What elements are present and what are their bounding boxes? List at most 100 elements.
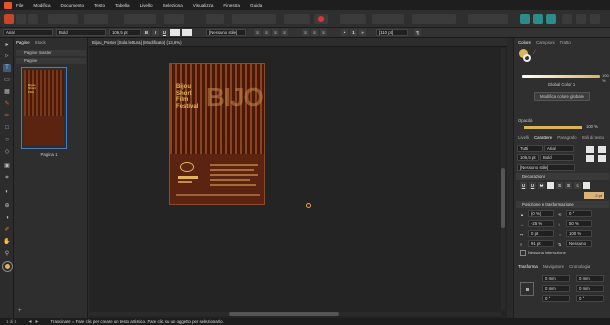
align-right-icon[interactable]: ≡ <box>272 29 279 36</box>
menu-guida[interactable]: Guida <box>250 3 262 8</box>
edit-global-color-button[interactable]: Modifica colore globale <box>534 92 590 101</box>
baseline-field[interactable]: (0 %) <box>528 210 554 217</box>
bullet-list-icon[interactable]: • <box>341 29 348 36</box>
rotation-field[interactable]: 0 ° <box>566 210 592 217</box>
character-style-field[interactable]: Bold <box>540 154 574 161</box>
menu-tabella[interactable]: Tabella <box>115 3 130 8</box>
italic-button[interactable]: I <box>152 29 159 36</box>
pencil-tool-icon[interactable]: ✏ <box>3 112 11 120</box>
align-group[interactable] <box>232 14 276 24</box>
node-tool-icon[interactable]: ▹ <box>3 52 11 60</box>
view-options-group[interactable] <box>48 14 78 24</box>
snapping-magnet-icon[interactable] <box>314 14 328 24</box>
char-shadow-swatch[interactable] <box>598 155 606 162</box>
tab-pagine[interactable]: Pagine <box>16 40 30 46</box>
transform-w-field[interactable]: 0 mm <box>576 275 604 282</box>
snapping-group[interactable] <box>164 14 184 24</box>
character-font-field[interactable]: Arial <box>544 145 574 152</box>
char-color-swatch[interactable] <box>586 146 594 153</box>
ellipse-tool-icon[interactable]: ○ <box>3 136 11 144</box>
menu-file[interactable]: File <box>16 3 23 8</box>
menu-documento[interactable]: Documento <box>61 3 85 8</box>
underline-button[interactable]: U <box>161 29 168 36</box>
position-mode-field[interactable]: Nessuno <box>566 240 592 247</box>
opacity-slider[interactable] <box>524 126 582 129</box>
next-page-icon[interactable]: ▸ <box>36 318 39 325</box>
transform-y-field[interactable]: 0 mm <box>542 285 570 292</box>
arrange-group[interactable] <box>284 14 310 24</box>
tab-tratto[interactable]: Tratto <box>559 40 570 45</box>
pages-section[interactable]: Pagine <box>16 58 86 64</box>
char-stroke-swatch[interactable] <box>586 155 594 162</box>
insert-group[interactable] <box>340 14 366 24</box>
text-wrap-icon[interactable]: ¶ <box>414 29 421 36</box>
tab-navigatore[interactable]: Navigatore <box>543 264 564 269</box>
transform-rotate-field[interactable]: 0 ° <box>542 295 570 302</box>
tab-paragrafo[interactable]: Paragrafo <box>557 135 576 140</box>
tab-cronologia[interactable]: Cronologia <box>569 264 590 269</box>
justify-icon[interactable]: ≡ <box>281 29 288 36</box>
deco-color-swatch-1[interactable] <box>547 182 554 189</box>
deco-color-swatch-2[interactable] <box>583 182 590 189</box>
strikethrough-icon[interactable]: U <box>538 182 545 189</box>
align-left-icon[interactable]: ≡ <box>254 29 261 36</box>
font-style-field[interactable]: Bold <box>56 29 106 36</box>
persona-designer-icon[interactable] <box>28 14 38 24</box>
color-picker-icon[interactable]: ⁄ <box>534 50 535 56</box>
position-transform-header[interactable]: Posizione e trasformazione <box>516 201 609 208</box>
text-color-swatch[interactable] <box>170 29 180 36</box>
text-frame-group[interactable] <box>206 14 224 24</box>
menu-visualizza[interactable]: Visualizza <box>193 3 214 8</box>
transform-x-field[interactable]: 0 mm <box>542 275 570 282</box>
hand-tool-icon[interactable]: ✋ <box>3 238 11 246</box>
color-picker-tool-icon[interactable]: ✐ <box>3 226 11 234</box>
menu-livello[interactable]: Livello <box>140 3 153 8</box>
valign-bottom-icon[interactable]: ≡ <box>320 29 327 36</box>
zoom-tool-icon[interactable]: ⚲ <box>3 250 11 258</box>
document-setup-group[interactable] <box>84 14 108 24</box>
valign-top-icon[interactable]: ≡ <box>302 29 309 36</box>
align-center-icon[interactable]: ≡ <box>263 29 270 36</box>
no-break-checkbox[interactable] <box>520 250 526 256</box>
transform-h-field[interactable]: 0 mm <box>576 285 604 292</box>
table-tool-icon[interactable]: ▦ <box>3 88 11 96</box>
tab-carattere[interactable]: Carattere <box>534 135 552 140</box>
document-tab-title[interactable]: Bijou_Poster [Sola lettura] (Modificato)… <box>92 40 182 45</box>
decoration-weight[interactable]: .2 pt <box>584 192 604 199</box>
bold-button[interactable]: B <box>143 29 150 36</box>
tab-stili-testo[interactable]: Stili di testo <box>582 135 604 140</box>
add-page-icon[interactable]: + <box>18 308 26 314</box>
horizontal-scrollbar[interactable] <box>89 312 501 316</box>
settings-icon[interactable] <box>590 14 600 24</box>
paragraph-style-field[interactable]: [Nessuno stile] <box>206 29 246 36</box>
persona-publisher-icon[interactable] <box>4 14 14 24</box>
valign-middle-icon[interactable]: ≡ <box>311 29 318 36</box>
highlight-swatch[interactable] <box>182 29 192 36</box>
font-filter-field[interactable]: Tutti <box>517 145 543 152</box>
kerning-field[interactable]: -25 % <box>528 220 554 227</box>
vscale-field[interactable]: 50 % <box>566 220 592 227</box>
leading-field[interactable]: 91 pt <box>528 240 554 247</box>
rectangle-tool-icon[interactable]: □ <box>3 124 11 132</box>
fill-tool-icon[interactable]: ◐ <box>3 188 11 196</box>
menu-seleziona[interactable]: Seleziona <box>163 3 183 8</box>
studio-link-icon-2[interactable] <box>533 14 543 24</box>
stroke-swatch-circle[interactable] <box>523 54 531 62</box>
vertical-scrollbar[interactable] <box>501 48 505 310</box>
font-size-field[interactable]: 106,5 pt <box>109 29 141 36</box>
menu-finestra[interactable]: Finestra <box>223 3 240 8</box>
menu-testo[interactable]: Testo <box>94 3 105 8</box>
pen-tool-icon[interactable]: ✎ <box>3 100 11 108</box>
poster-page[interactable]: BIJOU Bijou Short Film Festival <box>169 63 265 205</box>
hscale-field[interactable]: 100 % <box>566 230 592 237</box>
poster-title[interactable]: Bijou Short Film Festival <box>176 84 206 110</box>
anchor-point-selector[interactable] <box>520 282 534 296</box>
shear-field[interactable]: 0 pt <box>528 230 554 237</box>
prev-page-icon[interactable]: ◂ <box>29 318 32 325</box>
transparency-tool-icon[interactable]: ◑ <box>3 214 11 222</box>
move-tool-icon[interactable]: ▸ <box>3 41 11 49</box>
transform-shear-field[interactable]: 0 ° <box>576 295 604 302</box>
underline-deco-icon[interactable]: U <box>520 182 527 189</box>
tab-colore[interactable]: Colore <box>518 40 531 45</box>
indent-icon[interactable]: » <box>359 29 366 36</box>
